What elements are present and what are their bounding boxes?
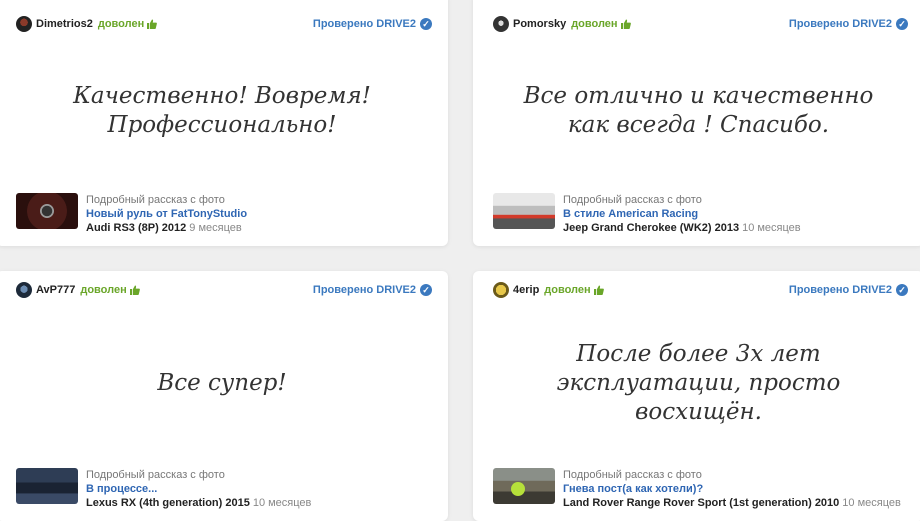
checkmark-circle-icon: ✓ (896, 284, 908, 296)
story-link[interactable]: Новый руль от FatTonyStudio (86, 207, 247, 221)
story-link[interactable]: В стиле American Racing (563, 207, 801, 221)
story-age: 9 месяцев (189, 222, 242, 234)
verified-badge[interactable]: Проверено DRIVE2 ✓ (313, 18, 432, 30)
story-block[interactable]: Подробный рассказ с фото В стиле America… (493, 193, 801, 234)
user-avatar[interactable] (493, 282, 509, 298)
thumbs-up-icon (147, 19, 158, 29)
mood-status: доволен (80, 284, 140, 296)
username[interactable]: Dimetrios2 (36, 18, 93, 30)
review-text: Качественно! Вовремя! Профессионально! (73, 83, 371, 138)
review-header: Pomorsky доволен Проверено DRIVE2 ✓ (493, 16, 908, 32)
story-link[interactable]: В процессе... (86, 482, 311, 496)
story-label: Подробный рассказ с фото (563, 469, 702, 481)
user-avatar[interactable] (16, 282, 32, 298)
thumbs-up-icon (593, 285, 604, 295)
review-text: Все супер! (157, 370, 287, 396)
review-text: После более 3х лет эксплуатации, просто … (556, 341, 841, 425)
review-header: Dimetrios2 доволен Проверено DRIVE2 ✓ (16, 16, 432, 32)
mood-label: доволен (97, 18, 145, 30)
story-photo[interactable] (493, 193, 555, 229)
checkmark-circle-icon: ✓ (420, 284, 432, 296)
story-block[interactable]: Подробный рассказ с фото В процессе... L… (16, 468, 312, 509)
review-text: Все отлично и качественно как всегда ! С… (523, 83, 874, 138)
story-link[interactable]: Гнева пост(а как хотели)? (563, 482, 901, 496)
mood-label: доволен (544, 284, 591, 296)
review-header: 4erip доволен Проверено DRIVE2 ✓ (493, 282, 908, 298)
verified-label: Проверено DRIVE2 (788, 284, 892, 296)
review-card: Pomorsky доволен Проверено DRIVE2 ✓ Все о… (473, 0, 920, 246)
story-label: Подробный рассказ с фото (563, 194, 702, 206)
mood-status: доволен (544, 284, 604, 296)
review-header: AvP777 доволен Проверено DRIVE2 ✓ (16, 282, 432, 298)
user-avatar[interactable] (493, 16, 509, 32)
user-avatar[interactable] (16, 16, 32, 32)
verified-label: Проверено DRIVE2 (312, 284, 416, 296)
mood-status: доволен (97, 18, 158, 30)
story-block[interactable]: Подробный рассказ с фото Новый руль от F… (16, 193, 247, 234)
verified-label: Проверено DRIVE2 (312, 18, 416, 30)
story-photo[interactable] (16, 468, 78, 504)
username[interactable]: AvP777 (36, 284, 75, 296)
username[interactable]: 4erip (513, 284, 539, 296)
thumbs-up-icon (129, 285, 140, 295)
mood-label: доволен (571, 18, 618, 30)
story-photo[interactable] (16, 193, 78, 229)
car-name[interactable]: Audi RS3 (8P) 2012 (86, 222, 186, 234)
story-photo[interactable] (493, 468, 555, 504)
verified-badge[interactable]: Проверено DRIVE2 ✓ (789, 284, 908, 296)
story-age: 10 месяцев (742, 222, 801, 234)
verified-badge[interactable]: Проверено DRIVE2 ✓ (313, 284, 432, 296)
review-card: Dimetrios2 доволен Проверено DRIVE2 ✓ Кач… (0, 0, 448, 246)
story-label: Подробный рассказ с фото (86, 194, 225, 206)
review-card: AvP777 доволен Проверено DRIVE2 ✓ Все суп… (0, 271, 448, 521)
review-card: 4erip доволен Проверено DRIVE2 ✓ После бо… (473, 271, 920, 521)
car-name[interactable]: Land Rover Range Rover Sport (1st genera… (563, 497, 839, 509)
checkmark-circle-icon: ✓ (896, 18, 908, 30)
car-name[interactable]: Jeep Grand Cherokee (WK2) 2013 (563, 222, 739, 234)
mood-label: доволен (80, 284, 127, 296)
thumbs-up-icon (620, 19, 631, 29)
mood-status: доволен (571, 18, 631, 30)
verified-label: Проверено DRIVE2 (788, 18, 892, 30)
checkmark-circle-icon: ✓ (420, 18, 432, 30)
story-label: Подробный рассказ с фото (86, 469, 225, 481)
story-age: 10 месяцев (842, 497, 901, 509)
username[interactable]: Pomorsky (513, 18, 566, 30)
story-age: 10 месяцев (252, 497, 312, 509)
car-name[interactable]: Lexus RX (4th generation) 2015 (86, 497, 250, 509)
story-block[interactable]: Подробный рассказ с фото Гнева пост(а ка… (493, 468, 901, 509)
verified-badge[interactable]: Проверено DRIVE2 ✓ (789, 18, 908, 30)
